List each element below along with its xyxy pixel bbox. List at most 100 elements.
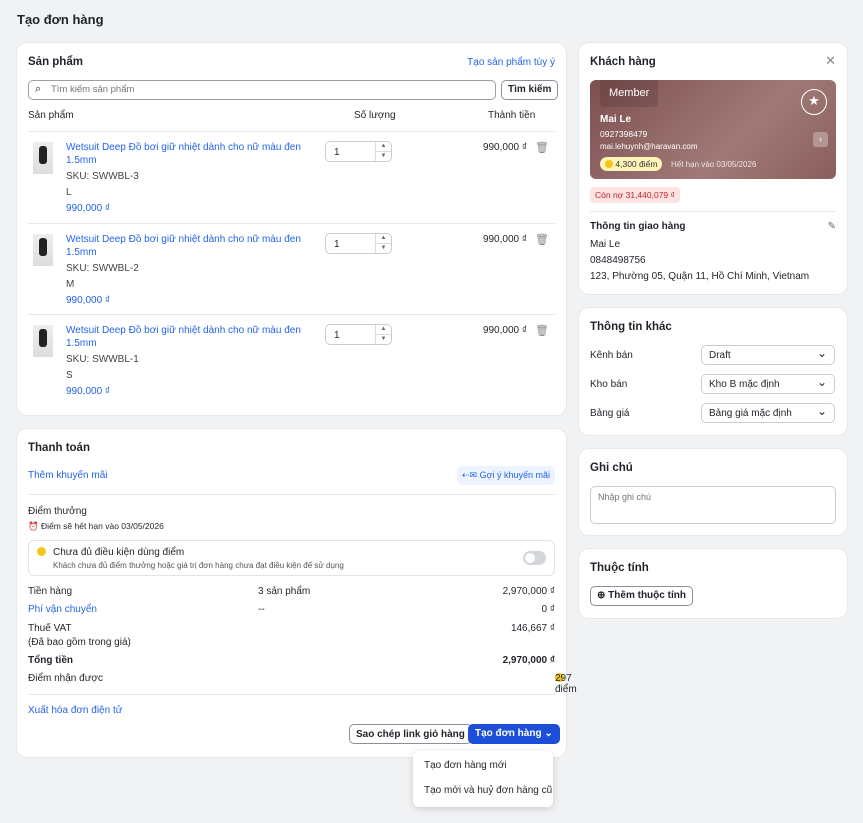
ship-address: 123, Phường 05, Quận 11, Hồ Chí Minh, Vi… (590, 271, 810, 282)
product-thumbnail (33, 233, 53, 266)
product-thumbnail (33, 325, 53, 357)
product-variant: S (66, 370, 73, 381)
custom-product-link[interactable]: Tạo sản phẩm tùy ý (467, 57, 555, 68)
other-info-card: Thông tin khác Kênh bán Draft Kho bán Kh… (579, 308, 847, 435)
notes-title: Ghi chú (590, 462, 633, 474)
decrement-icon[interactable]: ▼ (376, 334, 391, 344)
customer-title: Khách hàng (590, 56, 656, 68)
quantity-stepper[interactable]: 1 ▲ ▼ (325, 324, 392, 345)
warehouse-label: Kho bán (590, 379, 628, 390)
product-row: Wetsuit Deep Đồ bơi giữ nhiệt dành cho n… (28, 314, 555, 406)
invoice-link[interactable]: Xuất hóa đơn điện tử (28, 705, 122, 716)
divider (590, 211, 836, 212)
product-sku: SKU: SWWBL-1 (66, 354, 139, 365)
earn-label: Điểm nhận được (28, 673, 103, 684)
shipping-fee-link[interactable]: Phí vận chuyển (28, 604, 97, 615)
menu-item-new-cancel-old[interactable]: Tạo mới và huỷ đơn hàng cũ (424, 785, 552, 796)
quantity-stepper[interactable]: 1 ▲ ▼ (325, 141, 392, 162)
star-icon: ★ (801, 89, 827, 115)
product-price: 990,000 ₫ (66, 294, 111, 306)
notes-input[interactable] (590, 486, 836, 524)
search-button[interactable]: Tìm kiếm (501, 80, 559, 100)
suggest-promo-label: Gợi ý khuyến mãi (479, 470, 550, 480)
points-notice-title: Chưa đủ điều kiện dùng điểm (53, 547, 185, 558)
product-search-input[interactable]: ⌕ (28, 80, 496, 100)
create-order-menu: Tạo đơn hàng mới Tạo mới và huỷ đơn hàng… (413, 751, 553, 807)
trash-icon[interactable]: 🗑 (535, 233, 549, 246)
points-badge: 4,300 điểm (600, 157, 663, 171)
subtotal-count: 3 sản phẩm (258, 586, 311, 597)
products-card: Sản phẩm Tạo sản phẩm tùy ý ⌕ Tìm kiếm S… (17, 43, 566, 415)
product-variant: M (66, 278, 75, 290)
col-qty: Số lượng (354, 110, 396, 121)
shipping-info-title: Thông tin giao hàng (590, 221, 686, 232)
member-card: Member ★ Mai Le 0927398479 mai.lehuynh@h… (590, 80, 836, 179)
pricebook-select[interactable]: Bảng giá mặc định (701, 403, 835, 423)
increment-icon[interactable]: ▲ (376, 234, 391, 243)
increment-icon[interactable]: ▲ (376, 142, 391, 151)
customer-phone: 0927398479 (600, 129, 648, 139)
total-label: Tổng tiền (28, 655, 73, 666)
create-order-label: Tạo đơn hàng (475, 728, 542, 739)
attributes-title: Thuộc tính (590, 562, 649, 574)
customer-card: Khách hàng ✕ Member ★ Mai Le 0927398479 … (579, 43, 847, 294)
product-name-link[interactable]: Wetsuit Deep Đồ bơi giữ nhiệt dành cho n… (66, 325, 301, 336)
vat-label: Thuế VAT (28, 623, 72, 634)
alarm-icon: ⏰ (28, 521, 39, 531)
coin-icon (605, 160, 613, 168)
ship-name: Mai Le (590, 239, 621, 250)
product-name-link[interactable]: 1.5mm (66, 338, 97, 349)
edit-icon[interactable]: ✎ (828, 221, 836, 232)
line-total: 990,000 ₫ (482, 325, 527, 336)
trash-icon[interactable]: 🗑 (535, 324, 549, 337)
attributes-card: Thuộc tính ⊕ Thêm thuộc tính (579, 549, 847, 618)
chevron-down-icon: ⌄ (544, 728, 553, 739)
line-total: 990,000 ₫ (482, 233, 527, 245)
menu-item-new-order[interactable]: Tạo đơn hàng mới (424, 760, 507, 771)
product-name-link[interactable]: 1.5mm (66, 155, 97, 166)
add-promo-link[interactable]: Thêm khuyến mãi (28, 470, 107, 481)
product-row: Wetsuit Deep Đồ bơi giữ nhiệt dành cho n… (28, 222, 555, 315)
col-total: Thành tiền (488, 110, 536, 121)
search-icon: ⌕ (35, 83, 42, 95)
add-attribute-button[interactable]: ⊕ Thêm thuộc tính (590, 586, 693, 606)
line-total: 990,000 ₫ (482, 142, 527, 153)
channel-label: Kênh bán (590, 350, 633, 361)
product-search-field[interactable] (51, 84, 451, 95)
product-price: 990,000 ₫ (66, 386, 111, 397)
products-title: Sản phẩm (28, 56, 83, 68)
product-name-link[interactable]: Wetsuit Deep Đồ bơi giữ nhiệt dành cho n… (66, 234, 301, 245)
close-icon[interactable]: ✕ (825, 53, 836, 69)
earn-value: 297 điểm (555, 673, 577, 695)
use-points-toggle[interactable] (523, 551, 546, 565)
quantity-value: 1 (334, 147, 340, 158)
decrement-icon[interactable]: ▼ (376, 242, 391, 253)
payment-card: Thanh toán Thêm khuyến mãi ⇠✉ Gợi ý khuy… (17, 429, 577, 757)
quantity-stepper[interactable]: 1 ▲ ▼ (325, 232, 392, 254)
product-variant: L (66, 187, 72, 198)
decrement-icon[interactable]: ▼ (376, 151, 391, 161)
points-expiry: Hết hạn vào 03/05/2026 (671, 160, 757, 169)
plus-icon: ⊕ (597, 590, 606, 601)
trash-icon[interactable]: 🗑 (535, 141, 549, 154)
divider (28, 694, 555, 695)
coin-icon (37, 547, 46, 556)
points-title: Điểm thưởng (28, 506, 87, 517)
payment-title: Thanh toán (28, 442, 90, 454)
customer-email: mai.lehuynh@haravan.com (600, 142, 698, 151)
product-sku: SKU: SWWBL-3 (66, 171, 139, 182)
warehouse-select[interactable]: Kho B mặc định (701, 374, 835, 394)
create-order-button[interactable]: Tạo đơn hàng ⌄ (468, 724, 560, 744)
product-name-link[interactable]: 1.5mm (66, 247, 97, 258)
channel-select[interactable]: Draft (701, 345, 835, 365)
suggest-promo-button[interactable]: ⇠✉ Gợi ý khuyến mãi (456, 466, 555, 485)
copy-cart-link-button[interactable]: Sao chép link giỏ hàng (349, 724, 472, 744)
customer-name: Mai Le (600, 114, 632, 125)
quantity-value: 1 (334, 330, 340, 341)
increment-icon[interactable]: ▲ (376, 325, 391, 334)
chevron-right-icon[interactable]: › (813, 132, 828, 147)
product-name-link[interactable]: Wetsuit Deep Đồ bơi giữ nhiệt dành cho n… (66, 142, 301, 153)
quantity-value: 1 (334, 238, 340, 250)
page-title: Tạo đơn hàng (17, 12, 104, 27)
divider (28, 494, 555, 495)
